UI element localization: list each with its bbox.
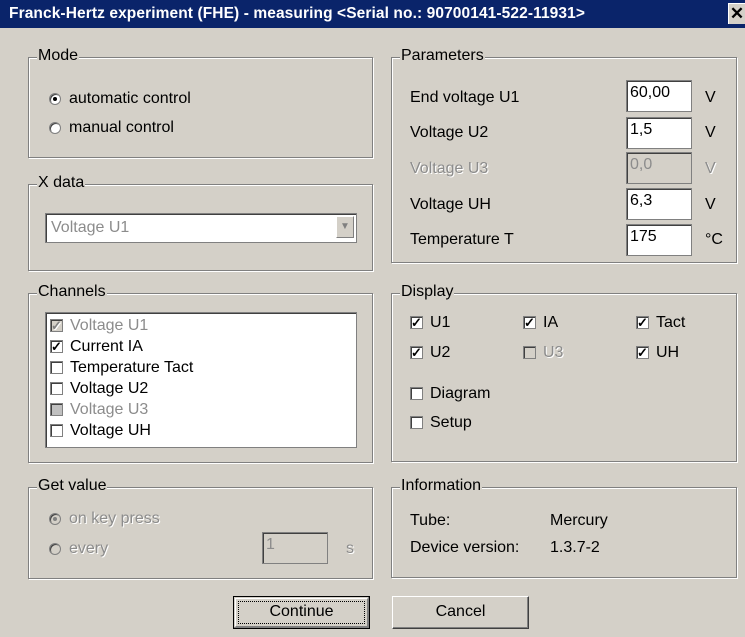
channel-current-ia[interactable]: ✓ Current IA — [50, 338, 143, 356]
radio-label: manual control — [69, 119, 174, 136]
checkbox-icon[interactable]: ✓ — [50, 340, 63, 354]
radio-icon — [49, 92, 61, 105]
channel-voltage-u3: Voltage U3 — [50, 401, 148, 419]
window-title: Franck-Hertz experiment (FHE) - measurin… — [9, 5, 585, 22]
checkbox-icon — [523, 346, 536, 360]
checkbox-icon[interactable]: ✓ — [636, 346, 649, 360]
continue-label: Continue — [269, 603, 334, 620]
param-unit: °C — [705, 231, 723, 248]
checkbox-icon[interactable]: ✓ — [410, 346, 423, 360]
end-voltage-u1-input[interactable]: 60,00 — [626, 80, 692, 112]
checkbox-icon[interactable] — [50, 382, 63, 396]
parameters-legend: Parameters — [400, 47, 485, 65]
param-label-end-voltage-u1: End voltage U1 — [410, 89, 520, 106]
param-unit: V — [705, 196, 716, 213]
checkbox-icon[interactable]: ✓ — [523, 316, 536, 330]
param-unit: V — [705, 124, 716, 141]
voltage-u3-input: 0,0 — [626, 152, 692, 184]
param-unit: V — [705, 160, 716, 177]
channel-voltage-uh[interactable]: Voltage UH — [50, 422, 151, 440]
tube-label: Tube: — [410, 512, 451, 529]
channels-legend: Channels — [37, 283, 107, 301]
getvalue-legend: Get value — [37, 477, 108, 495]
checkbox-icon[interactable] — [410, 416, 423, 430]
param-unit: V — [705, 89, 716, 106]
checkbox-icon[interactable] — [410, 387, 423, 401]
xdata-legend: X data — [37, 174, 86, 192]
mode-legend: Mode — [37, 47, 80, 65]
channel-voltage-u1: ✓ Voltage U1 — [50, 317, 149, 334]
radio-manual-control[interactable]: manual control — [49, 119, 174, 137]
param-label-voltage-u3: Voltage U3 — [410, 160, 489, 177]
display-check-uh[interactable]: ✓ UH — [636, 344, 679, 362]
channel-voltage-u2[interactable]: Voltage U2 — [50, 380, 148, 398]
radio-icon — [49, 542, 61, 555]
interval-input: 1 — [262, 532, 328, 564]
device-version-value: 1.3.7-2 — [550, 539, 600, 556]
chevron-down-icon[interactable]: ▼ — [336, 216, 354, 238]
tube-value: Mercury — [550, 512, 608, 529]
information-group: Information Tube: Mercury Device version… — [391, 477, 737, 578]
temperature-t-input[interactable]: 175 — [626, 224, 692, 256]
display-check-ia[interactable]: ✓ IA — [523, 314, 558, 332]
display-legend: Display — [400, 283, 455, 301]
channels-group: Channels ✓ Voltage U1 ✓ Current IA Tempera… — [28, 283, 373, 463]
radio-on-key-press: on key press — [49, 510, 160, 528]
display-check-u1[interactable]: ✓ U1 — [410, 314, 450, 332]
interval-unit: s — [346, 540, 354, 557]
device-version-label: Device version: — [410, 539, 520, 556]
checkbox-icon[interactable]: ✓ — [636, 316, 649, 330]
cancel-button[interactable]: Cancel — [392, 596, 529, 629]
xdata-group: X data Voltage U1 ▼ — [28, 174, 373, 271]
checkbox-icon[interactable] — [50, 361, 63, 375]
mode-group: Mode automatic control manual control — [28, 47, 373, 158]
checkbox-icon: ✓ — [50, 318, 63, 334]
checkbox-icon[interactable]: ✓ — [410, 316, 423, 330]
cancel-label: Cancel — [435, 603, 486, 620]
radio-label: automatic control — [69, 90, 191, 107]
getvalue-group: Get value on key press every 1 s — [28, 477, 373, 579]
param-label-voltage-uh: Voltage UH — [410, 196, 491, 213]
voltage-uh-input[interactable]: 6,3 — [626, 188, 692, 220]
radio-icon — [49, 512, 61, 525]
checkbox-icon[interactable] — [50, 424, 63, 438]
display-check-u3: U3 — [523, 344, 563, 362]
voltage-u2-input[interactable]: 1,5 — [626, 117, 692, 149]
title-bar: Franck-Hertz experiment (FHE) - measurin… — [0, 0, 745, 28]
display-check-tact[interactable]: ✓ Tact — [636, 314, 685, 332]
param-label-voltage-u2: Voltage U2 — [410, 124, 489, 141]
channels-listbox[interactable]: ✓ Voltage U1 ✓ Current IA Temperature Tact… — [45, 312, 357, 448]
xdata-selected-value: Voltage U1 — [51, 219, 130, 236]
param-label-temperature-t: Temperature T — [410, 231, 514, 248]
display-check-diagram[interactable]: Diagram — [410, 385, 490, 403]
display-group: Display ✓ U1 ✓ IA ✓ Tact ✓ U2 U3 ✓ UH Diagram… — [391, 283, 737, 462]
checkbox-icon — [50, 403, 63, 417]
xdata-select[interactable]: Voltage U1 ▼ — [45, 213, 357, 243]
channel-temperature-tact[interactable]: Temperature Tact — [50, 359, 193, 377]
radio-automatic-control[interactable]: automatic control — [49, 90, 191, 108]
radio-every: every — [49, 540, 108, 558]
continue-button[interactable]: Continue — [233, 596, 370, 629]
display-check-u2[interactable]: ✓ U2 — [410, 344, 450, 362]
information-legend: Information — [400, 477, 483, 495]
radio-icon — [49, 121, 61, 134]
parameters-group: Parameters End voltage U1 60,00 V Voltag… — [391, 47, 737, 263]
display-check-setup[interactable]: Setup — [410, 414, 472, 432]
close-icon[interactable]: ✕ — [728, 3, 745, 24]
